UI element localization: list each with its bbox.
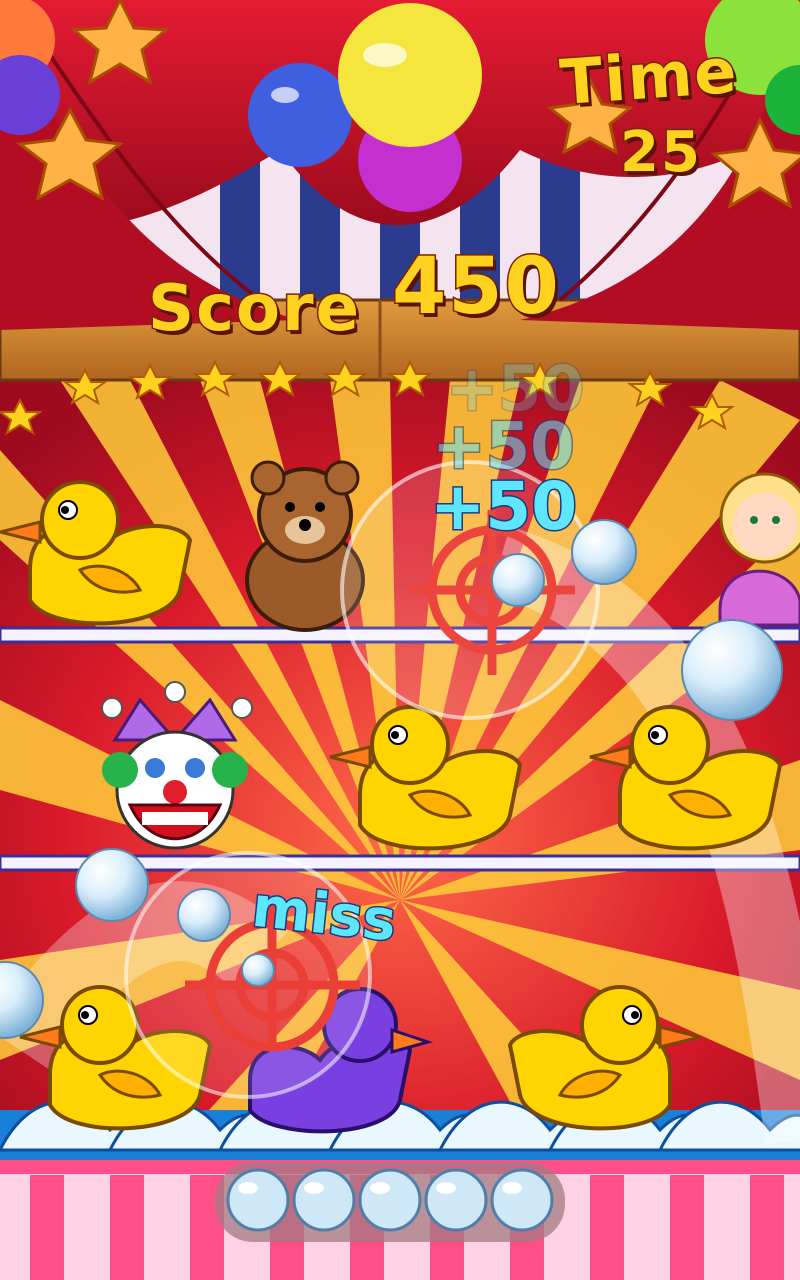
ammo-bubble <box>424 1168 488 1232</box>
ammo-bubble <box>490 1168 554 1232</box>
ammo-tray <box>215 1162 565 1242</box>
ammo-bubble-highlight <box>502 1182 522 1194</box>
ammo-bubble <box>358 1168 422 1232</box>
ammo-bubble-highlight <box>436 1182 456 1194</box>
ammo-bubble-highlight <box>304 1182 324 1194</box>
ammo-bubble <box>292 1168 356 1232</box>
ammo-bubble-highlight <box>370 1182 390 1194</box>
ammo-bubble <box>226 1168 290 1232</box>
ammo-bubble-highlight <box>238 1182 258 1194</box>
